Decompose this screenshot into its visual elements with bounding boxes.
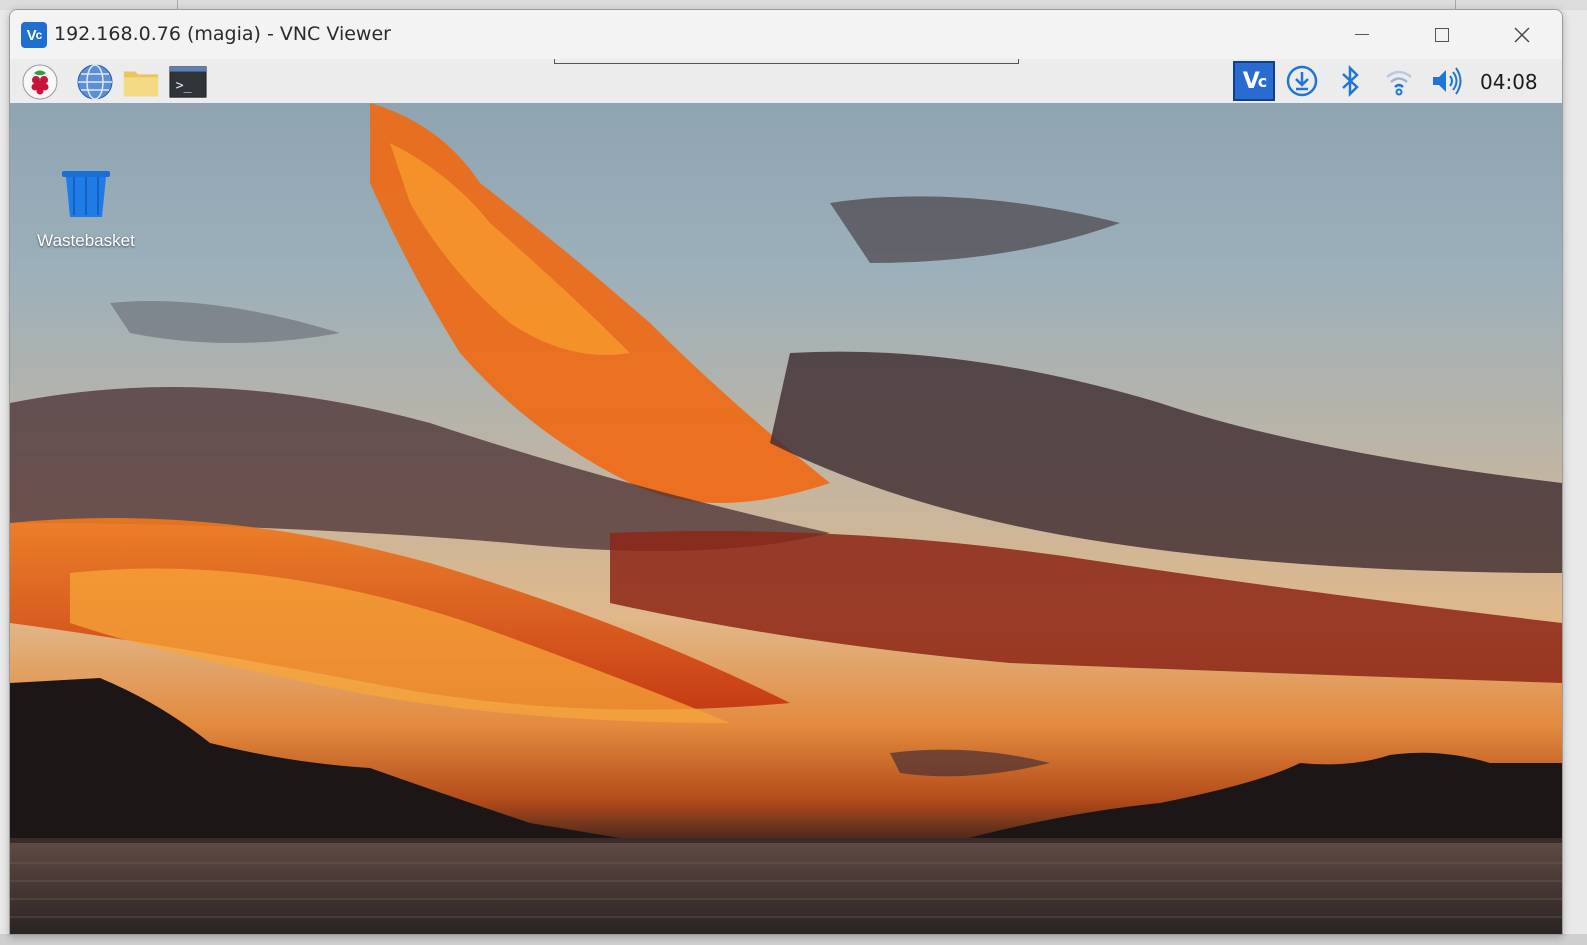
raspberry-menu-icon	[22, 64, 58, 100]
terminal-icon: >_	[169, 66, 207, 98]
wifi-button[interactable]	[1381, 64, 1417, 98]
window-title: 192.168.0.76 (magia) - VNC Viewer	[54, 23, 391, 45]
svg-text:>_: >_	[176, 79, 192, 94]
panel-clock[interactable]: 04:08	[1480, 70, 1538, 94]
minimize-icon	[1355, 34, 1369, 35]
volume-button[interactable]	[1429, 64, 1465, 98]
maximize-button[interactable]	[1402, 10, 1482, 59]
raspberry-menu-button[interactable]	[21, 63, 59, 101]
web-browser-icon	[77, 64, 113, 100]
update-download-button[interactable]	[1284, 64, 1320, 98]
vnc-logo-icon[interactable]: Vc	[21, 22, 47, 48]
close-icon	[1514, 27, 1530, 42]
close-button[interactable]	[1482, 10, 1562, 59]
desktop-wallpaper: Wastebasket	[10, 103, 1562, 934]
taskbar-window-area	[554, 59, 1019, 64]
maximize-icon	[1435, 27, 1449, 42]
web-browser-button[interactable]	[76, 63, 114, 101]
vnc-viewer-window: Vc 192.168.0.76 (magia) - VNC Viewer >_ …	[9, 9, 1563, 935]
minimize-button[interactable]	[1322, 10, 1402, 59]
bluetooth-button[interactable]	[1332, 64, 1368, 98]
bluetooth-icon	[1342, 64, 1359, 98]
file-manager-icon	[123, 71, 159, 97]
wastebasket-icon	[62, 171, 110, 217]
volume-icon	[1433, 67, 1462, 95]
title-bar[interactable]: Vc 192.168.0.76 (magia) - VNC Viewer	[10, 10, 1562, 59]
desktop-icon-wastebasket[interactable]: Wastebasket	[30, 165, 142, 255]
terminal-button[interactable]: >_	[169, 63, 207, 101]
remote-desktop[interactable]: >_ Vc 04:08 Wastebasket	[10, 59, 1562, 934]
vnc-server-icon[interactable]: Vc	[1233, 61, 1275, 101]
file-manager-button[interactable]	[122, 63, 160, 101]
wifi-icon	[1386, 70, 1412, 96]
update-download-icon	[1286, 65, 1318, 97]
desktop-panel: >_ Vc 04:08	[10, 59, 1562, 104]
host-taskbar-edge	[0, 934, 1587, 945]
desktop-icon-label: Wastebasket	[37, 231, 135, 250]
sunset-wallpaper-art	[10, 103, 1562, 934]
